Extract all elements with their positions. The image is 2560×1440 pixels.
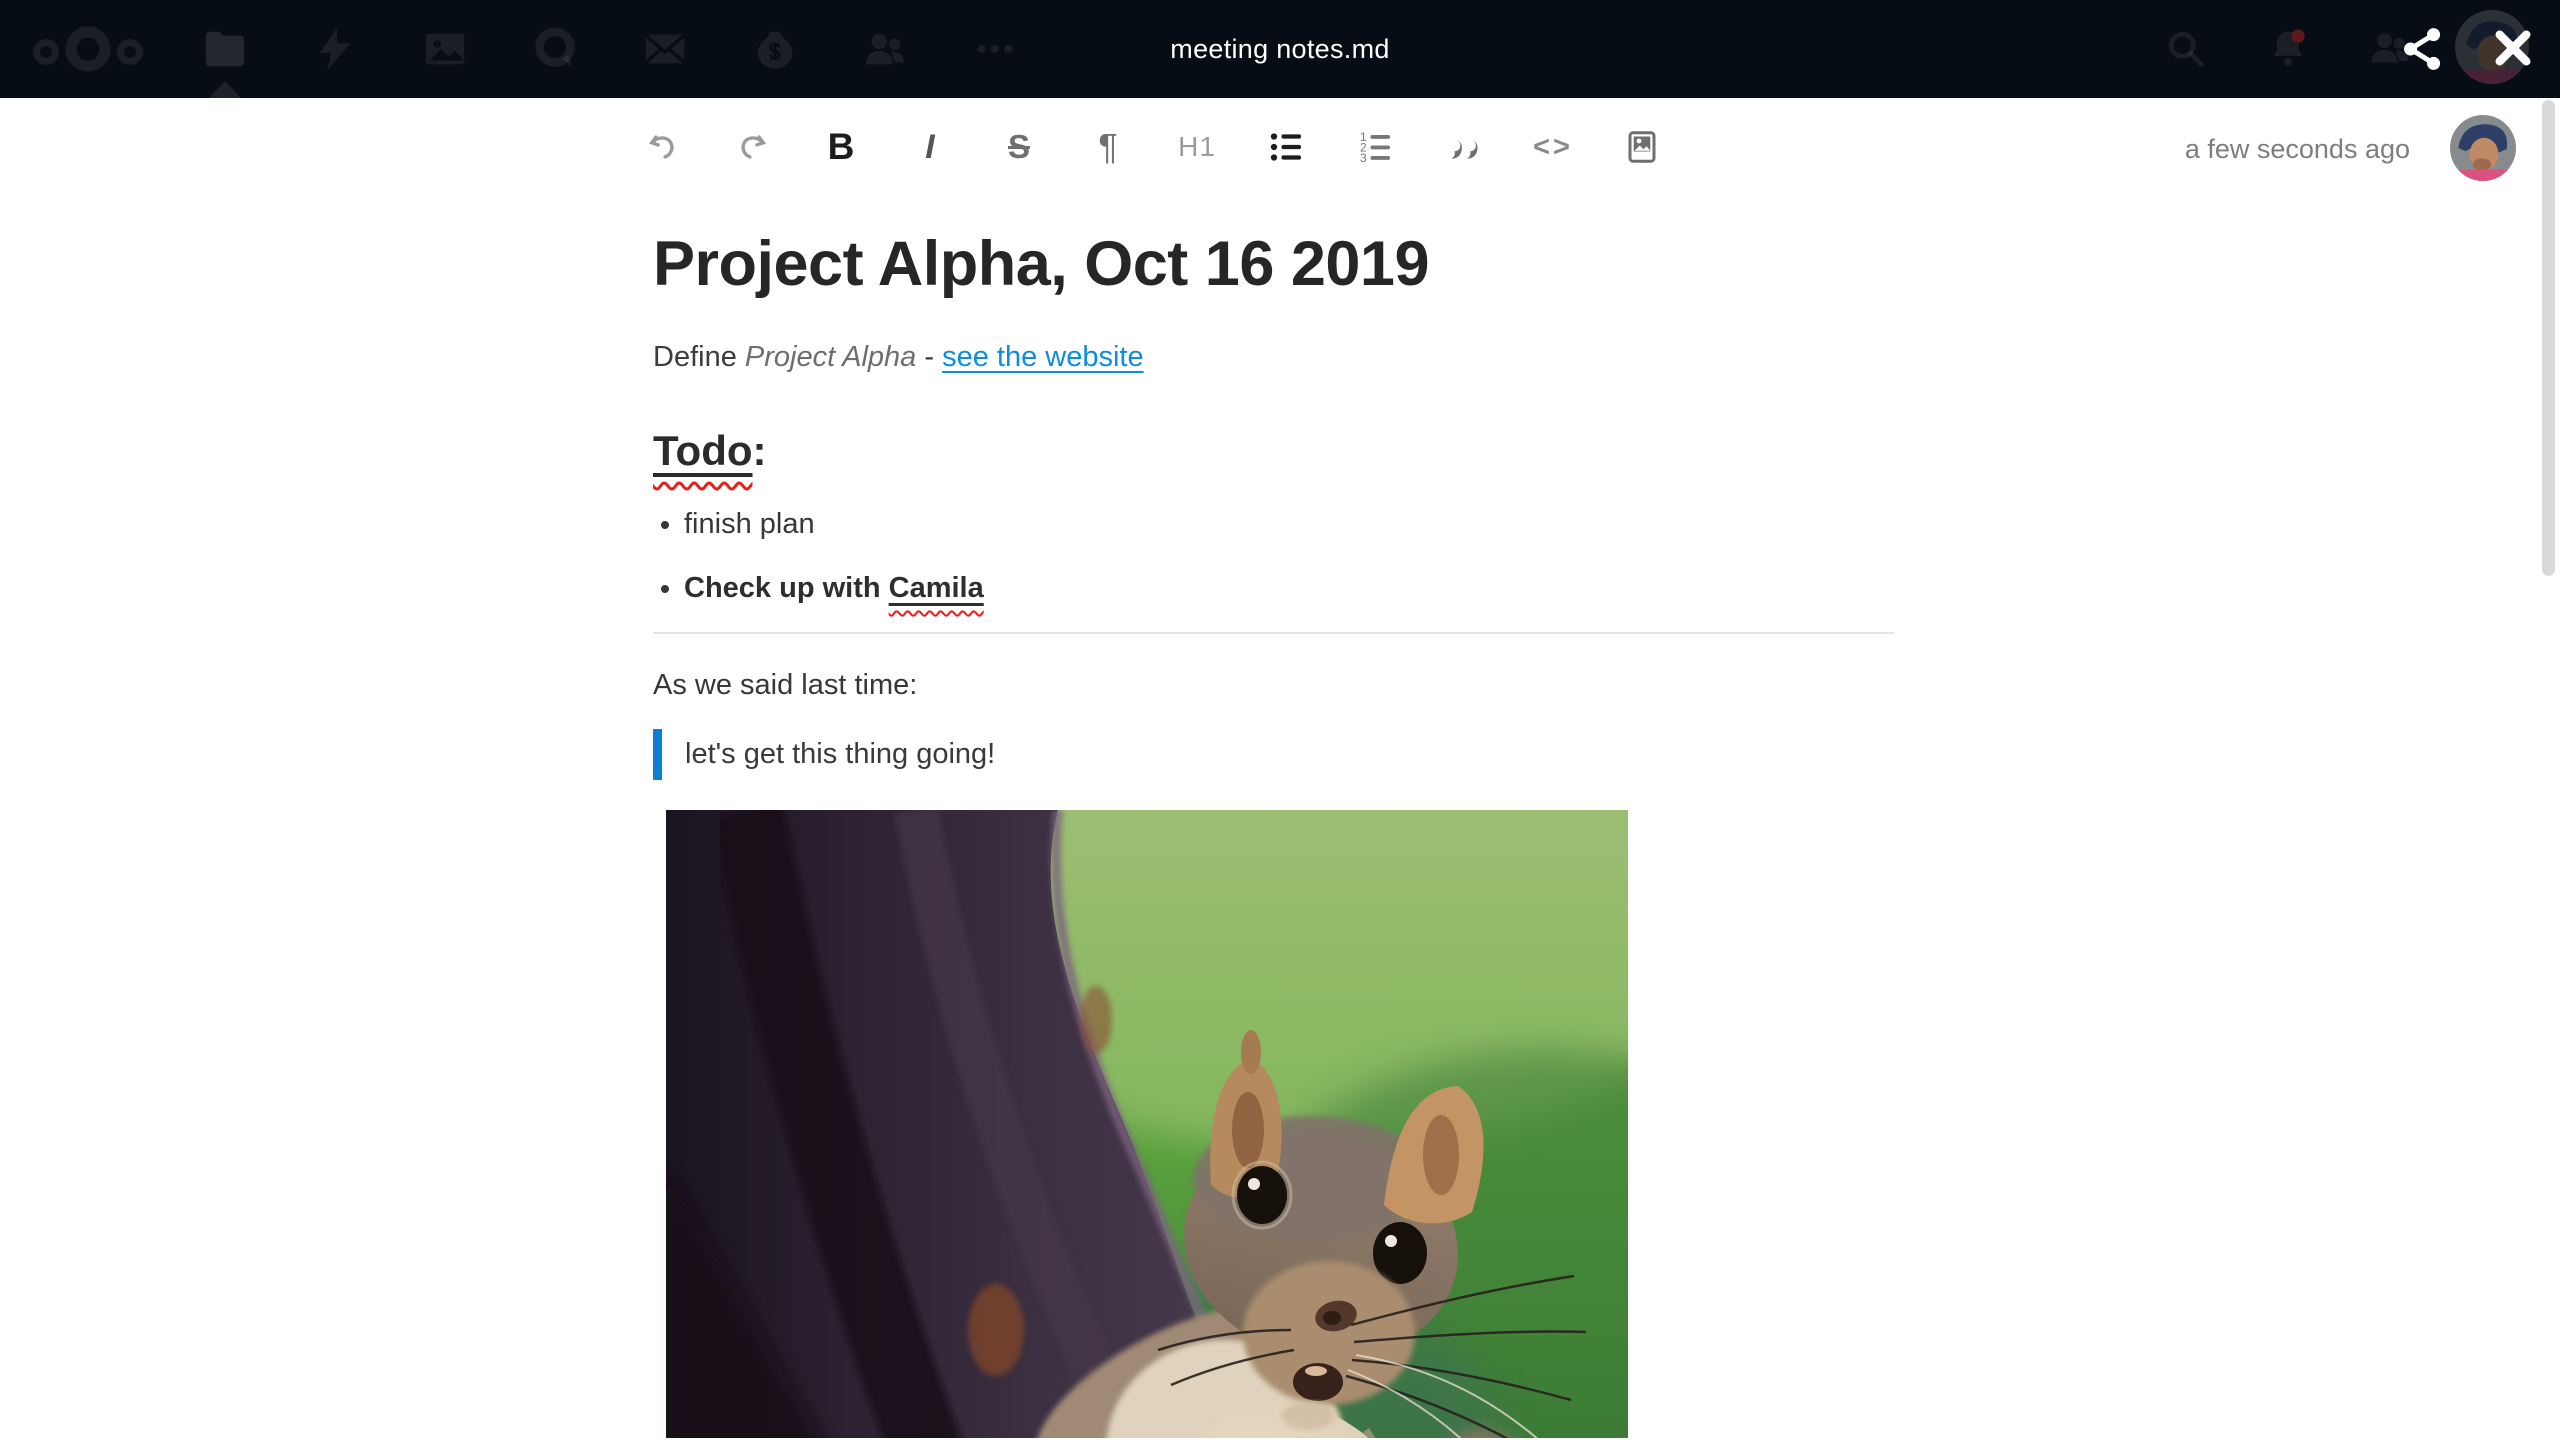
strikethrough-button[interactable]: S: [995, 120, 1043, 174]
insert-image-button[interactable]: [1618, 120, 1666, 174]
text-editor-viewer: B I S ¶ H1 1 2 3 <> a few seconds ago Pr…: [0, 98, 2560, 1440]
h1-glyph: H1: [1178, 131, 1216, 162]
blockquote-text: let's get this thing going!: [685, 738, 996, 771]
list-item[interactable]: finish plan: [684, 504, 1894, 544]
redo-button[interactable]: [728, 120, 776, 174]
ordered-list-button[interactable]: 1 2 3: [1351, 120, 1399, 174]
image-icon: [1628, 131, 1656, 163]
intro-separator: -: [916, 341, 943, 374]
todo-list: finish plan Check up with Camila: [653, 504, 1894, 608]
list-item[interactable]: Check up with Camila: [684, 568, 1894, 608]
notification-dot: [2291, 29, 2305, 43]
undo-button[interactable]: [639, 120, 687, 174]
blockquote[interactable]: let's get this thing going!: [653, 729, 1894, 781]
blockquote-button[interactable]: [1440, 120, 1488, 174]
intro-prefix: Define: [653, 341, 745, 374]
italic-glyph: I: [925, 127, 935, 166]
todo-word: Todo: [653, 426, 753, 474]
app-header: meeting notes.md: [0, 0, 2560, 98]
share-icon[interactable]: [2399, 25, 2447, 73]
svg-text:3: 3: [1360, 151, 1367, 165]
todo-colon: :: [752, 426, 767, 474]
doc-heading-1[interactable]: Project Alpha, Oct 16 2019: [653, 228, 1894, 300]
item2-name: Camila: [888, 571, 984, 604]
last-saved-status: a few seconds ago: [2184, 134, 2410, 164]
heading-button[interactable]: H1: [1173, 120, 1221, 174]
search-icon: [2161, 24, 2209, 72]
code-button[interactable]: <>: [1529, 120, 1577, 174]
horizontal-rule: [653, 632, 1894, 634]
intro-term-italic: Project Alpha: [744, 341, 917, 374]
squirrel-photo: [666, 810, 1628, 1439]
editor-toolbar: B I S ¶ H1 1 2 3 <> a few seconds ago: [0, 98, 2560, 198]
quote-icon: [1451, 139, 1478, 159]
bold-button[interactable]: B: [817, 120, 865, 174]
italic-button[interactable]: I: [906, 120, 954, 174]
notifications-bell-icon: [2264, 24, 2312, 72]
paragraph-button[interactable]: ¶: [1084, 120, 1132, 174]
doc-heading-2-todo[interactable]: Todo:: [653, 426, 1894, 476]
bold-glyph: B: [827, 126, 855, 167]
document-editor-content[interactable]: Project Alpha, Oct 16 2019 Define Projec…: [653, 228, 1894, 1439]
doc-intro-paragraph[interactable]: Define Project Alpha - see the website: [653, 338, 1894, 377]
pilcrow-glyph: ¶: [1098, 126, 1118, 167]
scrollbar-thumb[interactable]: [2542, 100, 2555, 576]
website-link[interactable]: see the website: [942, 341, 1144, 373]
code-glyph: <>: [1533, 130, 1573, 163]
ordered-list-icon: 1 2 3: [1360, 130, 1390, 165]
bullet-list-icon: [1270, 133, 1301, 161]
item2-prefix: Check up with: [684, 571, 889, 604]
bullet-list-button[interactable]: [1262, 120, 1310, 174]
close-icon[interactable]: [2493, 28, 2533, 68]
strike-glyph: S: [1007, 128, 1030, 165]
doc-paragraph[interactable]: As we said last time:: [653, 666, 1894, 705]
editor-avatar[interactable]: [2450, 115, 2516, 181]
